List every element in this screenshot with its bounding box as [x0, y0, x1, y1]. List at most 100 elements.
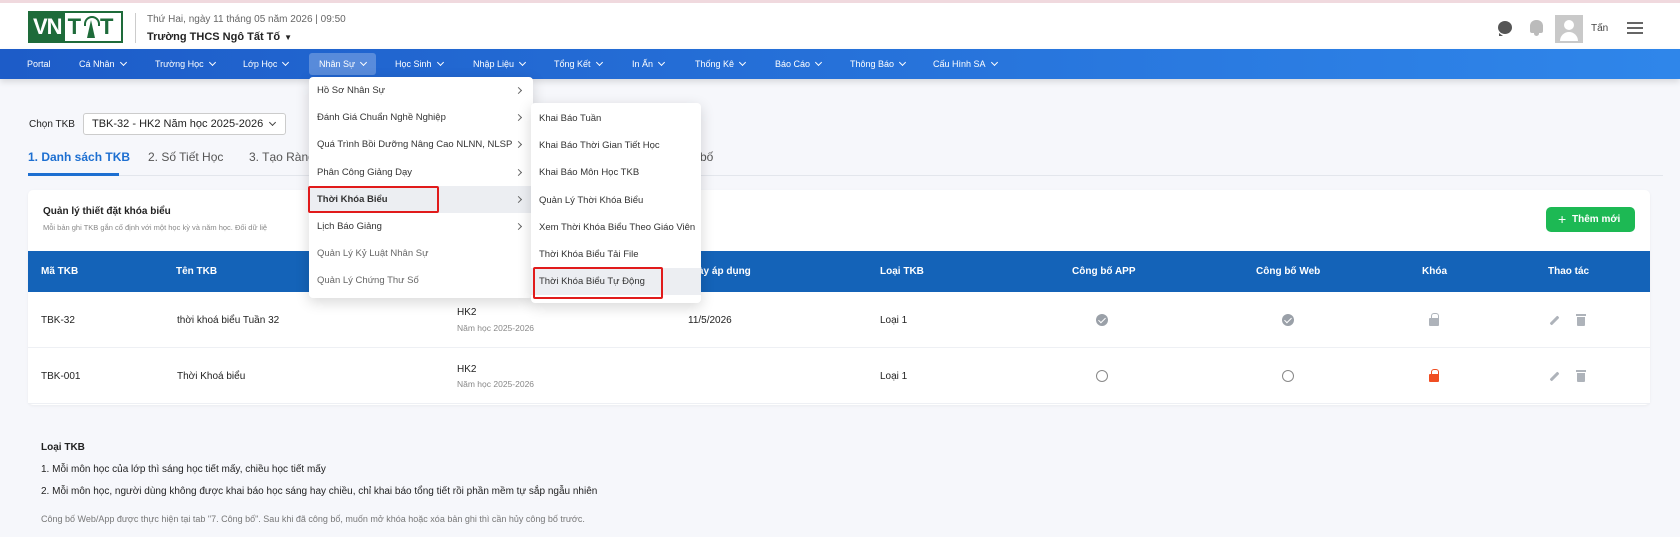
notes-footer: Công bố Web/App được thực hiện tại tab "…	[41, 514, 585, 524]
chevron-right-icon	[514, 86, 523, 95]
nav-item-thong-ke[interactable]: Thống Kê	[695, 49, 747, 79]
th-ten-tkb: Tên TKB	[176, 266, 218, 277]
cell-code: TBK-001	[41, 371, 81, 382]
lock-icon[interactable]	[1429, 369, 1439, 382]
nav-item-truong-hoc[interactable]: Trường Học	[155, 49, 216, 79]
chevron-down-icon	[360, 58, 368, 67]
cell-date: 11/5/2026	[688, 315, 732, 326]
user-name[interactable]: Tấn	[1591, 23, 1608, 34]
nav-item-thong-bao[interactable]: Thông Báo	[850, 49, 907, 79]
tab-so-tiet-hoc[interactable]: 2. Số Tiết Học	[148, 150, 223, 164]
active-tab-underline	[28, 173, 119, 176]
nav-item-bao-cao[interactable]: Báo Cáo	[775, 49, 823, 79]
nav-item-tong-ket[interactable]: Tổng Kết	[554, 49, 603, 79]
nav-item-hoc-sinh[interactable]: Học Sinh	[395, 49, 444, 79]
add-new-button[interactable]: + Thêm mới	[1546, 207, 1635, 232]
trash-icon[interactable]	[1576, 314, 1586, 326]
tab-cong-bo[interactable]: bố	[700, 150, 713, 164]
th-ma-tkb: Mã TKB	[41, 266, 79, 277]
unpublished-circle-icon[interactable]	[1282, 370, 1294, 382]
highlight-box	[308, 186, 439, 213]
th-ngay-ap-dung: ày áp dụng	[698, 266, 751, 277]
menu-item-ho-so-nhan-su[interactable]: Hồ Sơ Nhân Sự	[309, 77, 533, 104]
published-check-icon[interactable]	[1282, 314, 1294, 326]
table-row	[28, 348, 1650, 404]
card-description: Mỗi bản ghi TKB gắn cố định với một học …	[43, 223, 268, 232]
tab-danh-sach-tkb[interactable]: 1. Danh sách TKB	[28, 150, 130, 164]
submenu-item-khai-bao-mon-hoc[interactable]: Khai Báo Môn Học TKB	[531, 159, 701, 186]
table-header: Mã TKB Tên TKB ày áp dụng Loại TKB Công …	[28, 251, 1650, 292]
cell-term: HK2	[457, 364, 477, 375]
chevron-down-icon	[436, 58, 444, 67]
nav-item-portal[interactable]: Portal	[27, 49, 51, 79]
chevron-down-icon	[657, 58, 666, 67]
th-khoa: Khóa	[1422, 266, 1447, 277]
nav-item-nhap-lieu[interactable]: Nhập Liệu	[473, 49, 527, 79]
caret-down-icon: ▼	[284, 33, 293, 42]
menu-item-qua-trinh-boi-duong[interactable]: Quá Trình Bồi Dưỡng Nâng Cao NLNN, NLSP	[309, 131, 533, 158]
main-nav: Portal Cá Nhân Trường Học Lớp Học Nhân S…	[0, 49, 1680, 79]
menu-item-lich-bao-giang[interactable]: Lịch Báo Giảng	[309, 213, 533, 240]
nav-item-cau-hinh-sa[interactable]: Cấu Hình SA	[933, 49, 998, 79]
chevron-down-icon	[738, 58, 747, 67]
menu-item-phan-cong-giang-day[interactable]: Phân Công Giảng Dạy	[309, 159, 533, 186]
user-avatar[interactable]	[1555, 15, 1583, 43]
unpublished-circle-icon[interactable]	[1096, 370, 1108, 382]
choose-tkb-select[interactable]: TBK-32 - HK2 Năm học 2025-2026	[83, 113, 286, 135]
cell-code: TBK-32	[41, 315, 75, 326]
antenna-tower-icon	[83, 16, 101, 38]
menu-item-ky-luat-nhan-su[interactable]: Quản Lý Kỷ Luật Nhân Sự	[309, 240, 533, 267]
published-check-icon[interactable]	[1096, 314, 1108, 326]
notes-line-1: 1. Mỗi môn học của lớp thì sáng học tiết…	[41, 464, 326, 475]
notes-title: Loại TKB	[41, 442, 85, 453]
chevron-right-icon	[514, 222, 523, 231]
chevron-down-icon	[899, 58, 907, 67]
submenu-item-xem-tkb-giao-vien[interactable]: Xem Thời Khóa Biểu Theo Giáo Viên	[531, 214, 701, 241]
notification-bell-icon[interactable]	[1530, 20, 1543, 36]
choose-tkb-label: Chọn TKB	[29, 119, 75, 130]
th-cong-bo-web: Công bố Web	[1256, 266, 1321, 277]
submenu-item-quan-ly-tkb[interactable]: Quản Lý Thời Khóa Biểu	[531, 187, 701, 214]
nav-item-lop-hoc[interactable]: Lớp Học	[243, 49, 290, 79]
chevron-down-icon	[990, 58, 998, 67]
card-title: Quản lý thiết đặt khóa biểu	[43, 206, 171, 217]
chevron-right-icon	[514, 195, 523, 204]
lock-icon[interactable]	[1429, 313, 1439, 326]
notes-line-2: 2. Mỗi môn học, người dùng không được kh…	[41, 486, 598, 497]
tab-tao-rang-buoc[interactable]: 3. Tạo Ràng	[249, 150, 315, 164]
chevron-down-icon	[268, 118, 277, 127]
cell-term: HK2	[457, 307, 477, 318]
th-cong-bo-app: Công bố APP	[1072, 266, 1136, 277]
chat-icon[interactable]	[1498, 21, 1512, 36]
submenu-item-tkb-tai-file[interactable]: Thời Khóa Biểu Tải File	[531, 241, 701, 268]
menu-item-chung-thu-so[interactable]: Quản Lý Chứng Thư Số	[309, 267, 533, 294]
menu-item-danh-gia-chuan[interactable]: Đánh Giá Chuẩn Nghề Nghiệp	[309, 104, 533, 131]
app-header: VN T T Thứ Hai, ngày 11 tháng 05 năm 2026 …	[0, 3, 1680, 50]
chevron-down-icon	[208, 58, 216, 67]
header-divider	[135, 13, 136, 43]
hamburger-menu-icon[interactable]	[1627, 22, 1643, 34]
submenu-item-khai-bao-tuan[interactable]: Khai Báo Tuần	[531, 105, 701, 132]
nav-item-ca-nhan[interactable]: Cá Nhân	[79, 49, 127, 79]
chevron-down-icon	[519, 58, 527, 67]
school-name: Trường THCS Ngô Tất Tố	[147, 31, 281, 43]
cell-type: Loại 1	[880, 371, 908, 382]
vntt-logo[interactable]: VN T T	[28, 11, 123, 43]
th-loai-tkb: Loại TKB	[880, 266, 924, 277]
chevron-right-icon	[514, 140, 523, 149]
highlight-box	[533, 267, 663, 299]
chevron-right-icon	[514, 168, 523, 177]
trash-icon[interactable]	[1576, 370, 1586, 382]
header-date: Thứ Hai, ngày 11 tháng 05 năm 2026 | 09:…	[147, 14, 346, 25]
nav-item-in-an[interactable]: In Ấn	[632, 49, 666, 79]
chevron-down-icon	[814, 58, 823, 67]
submenu-item-khai-bao-thoi-gian[interactable]: Khai Báo Thời Gian Tiết Học	[531, 132, 701, 159]
th-thao-tac: Thao tác	[1548, 266, 1590, 277]
chevron-down-icon	[282, 58, 290, 67]
cell-year: Năm học 2025-2026	[457, 379, 535, 389]
chevron-right-icon	[514, 113, 523, 122]
cell-name: thời khoá biểu Tuần 32	[177, 315, 280, 326]
school-selector[interactable]: Trường THCS Ngô Tất Tố ▼	[147, 31, 292, 43]
cell-name: Thời Khoá biểu	[177, 371, 246, 382]
nav-item-nhan-su[interactable]: Nhân Sự	[309, 53, 377, 75]
